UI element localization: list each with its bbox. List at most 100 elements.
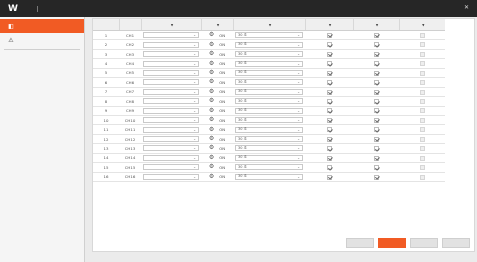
gear-icon[interactable]: ⚙	[209, 88, 214, 95]
gear-icon[interactable]: ⚙	[209, 126, 214, 133]
mode-select[interactable]: ⌄	[143, 107, 199, 114]
checkbox-b[interactable]	[373, 61, 379, 67]
rate-select[interactable]: 30 초 ⌄	[235, 79, 303, 86]
gear-icon[interactable]: ⚙	[209, 164, 214, 170]
gear-icon[interactable]: ⚙	[209, 51, 214, 57]
sidebar-item-2[interactable]: ⚠	[0, 33, 84, 47]
apply-button[interactable]	[442, 238, 470, 248]
rate-select[interactable]: 30 초 ⌄	[235, 145, 303, 152]
rate-select[interactable]: 30 초 ⌄	[235, 107, 303, 114]
checkbox-b[interactable]	[373, 70, 379, 76]
checkbox-a[interactable]	[326, 127, 332, 133]
rate-select[interactable]: 30 초 ⌄	[235, 117, 303, 124]
mode-select[interactable]: ⌄	[143, 79, 199, 86]
mode-select[interactable]: ⌄	[143, 32, 199, 39]
checkbox-b[interactable]	[373, 32, 379, 38]
rate-select[interactable]: 30 초 ⌄	[235, 41, 303, 48]
checkbox-a[interactable]	[326, 108, 332, 114]
mode-select[interactable]: ⌄	[143, 173, 199, 180]
checkbox-c[interactable]	[419, 127, 425, 133]
rate-select[interactable]: 30 초 ⌄	[235, 164, 303, 171]
ok-button[interactable]	[378, 238, 406, 248]
sidebar-item-1[interactable]: ◧	[0, 19, 84, 33]
rate-select[interactable]: 30 초 ⌄	[235, 136, 303, 143]
checkbox-c[interactable]	[419, 70, 425, 76]
checkbox-c[interactable]	[419, 89, 425, 95]
col-header-audio[interactable]: ▼	[201, 19, 234, 31]
checkbox-a[interactable]	[326, 155, 332, 161]
checkbox-b[interactable]	[373, 174, 379, 180]
rate-select[interactable]: 30 초 ⌄	[235, 173, 303, 180]
checkbox-a[interactable]	[326, 70, 332, 76]
col-header-mode[interactable]: ▼	[141, 19, 202, 31]
gear-icon[interactable]: ⚙	[209, 60, 214, 67]
checkbox-b[interactable]	[373, 80, 379, 86]
rate-select[interactable]: 30 초 ⌄	[235, 69, 303, 76]
gear-icon[interactable]: ⚙	[209, 107, 214, 114]
rate-select[interactable]: 30 초 ⌄	[235, 32, 303, 39]
checkbox-a[interactable]	[326, 136, 332, 142]
checkbox-b[interactable]	[373, 117, 379, 123]
checkbox-a[interactable]	[326, 32, 332, 38]
checkbox-b[interactable]	[373, 99, 379, 105]
checkbox-b[interactable]	[373, 108, 379, 114]
gear-icon[interactable]: ⚙	[209, 32, 214, 38]
col-header-check-b[interactable]: ▼	[353, 19, 400, 31]
checkbox-a[interactable]	[326, 89, 332, 95]
mode-select[interactable]: ⌄	[143, 41, 199, 48]
checkbox-c[interactable]	[419, 99, 425, 105]
gear-icon[interactable]: ⚙	[209, 117, 214, 123]
checkbox-b[interactable]	[373, 165, 379, 171]
checkbox-a[interactable]	[326, 61, 332, 67]
checkbox-c[interactable]	[419, 42, 425, 48]
mode-select[interactable]: ⌄	[143, 51, 199, 58]
mode-select[interactable]: ⌄	[143, 88, 199, 95]
rate-select[interactable]: 30 초 ⌄	[235, 98, 303, 105]
mode-select[interactable]: ⌄	[143, 136, 199, 143]
checkbox-c[interactable]	[419, 51, 425, 57]
gear-icon[interactable]: ⚙	[209, 79, 214, 85]
checkbox-c[interactable]	[419, 136, 425, 142]
checkbox-c[interactable]	[419, 146, 425, 152]
checkbox-c[interactable]	[419, 108, 425, 114]
gear-icon[interactable]: ⚙	[209, 136, 214, 142]
gear-icon[interactable]: ⚙	[209, 154, 214, 161]
rate-select[interactable]: 30 초 ⌄	[235, 60, 303, 67]
mode-select[interactable]: ⌄	[143, 145, 199, 152]
checkbox-b[interactable]	[373, 155, 379, 161]
rate-select[interactable]: 30 초 ⌄	[235, 51, 303, 58]
checkbox-a[interactable]	[326, 146, 332, 152]
checkbox-b[interactable]	[373, 89, 379, 95]
gear-icon[interactable]: ⚙	[209, 69, 214, 76]
checkbox-a[interactable]	[326, 99, 332, 105]
checkbox-a[interactable]	[326, 165, 332, 171]
mode-select[interactable]: ⌄	[143, 164, 199, 171]
checkbox-b[interactable]	[373, 51, 379, 57]
checkbox-c[interactable]	[419, 165, 425, 171]
checkbox-b[interactable]	[373, 136, 379, 142]
checkbox-c[interactable]	[419, 80, 425, 86]
gear-icon[interactable]: ⚙	[209, 173, 214, 180]
close-icon[interactable]: ✕	[464, 4, 469, 11]
checkbox-b[interactable]	[373, 42, 379, 48]
mode-select[interactable]: ⌄	[143, 60, 199, 67]
rate-select[interactable]: 30 초 ⌄	[235, 126, 303, 133]
checkbox-b[interactable]	[373, 127, 379, 133]
rate-select[interactable]: 30 초 ⌄	[235, 154, 303, 161]
checkbox-c[interactable]	[419, 32, 425, 38]
gear-icon[interactable]: ⚙	[209, 41, 214, 48]
checkbox-a[interactable]	[326, 174, 332, 180]
mode-select[interactable]: ⌄	[143, 154, 199, 161]
col-header-check-c[interactable]: ▼	[399, 19, 445, 31]
checkbox-b[interactable]	[373, 146, 379, 152]
close-button[interactable]	[410, 238, 438, 248]
gear-icon[interactable]: ⚙	[209, 98, 214, 104]
checkbox-c[interactable]	[419, 155, 425, 161]
checkbox-a[interactable]	[326, 42, 332, 48]
mode-select[interactable]: ⌄	[143, 126, 199, 133]
checkbox-c[interactable]	[419, 117, 425, 123]
mode-select[interactable]: ⌄	[143, 117, 199, 124]
mode-select[interactable]: ⌄	[143, 98, 199, 105]
col-header-check-a[interactable]: ▼	[305, 19, 354, 31]
checkbox-a[interactable]	[326, 51, 332, 57]
